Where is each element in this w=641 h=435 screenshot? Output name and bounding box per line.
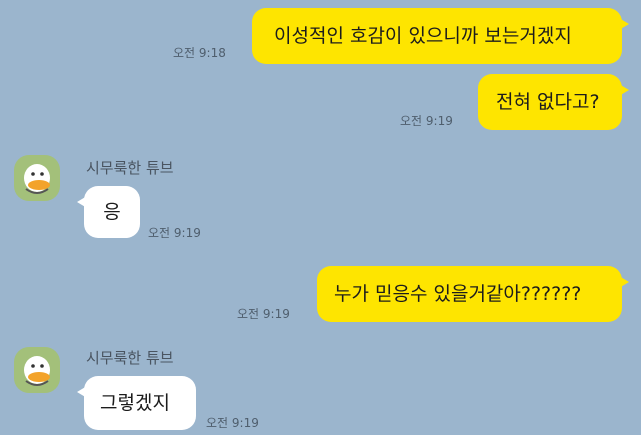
their-message-bubble[interactable]: 그렇겠지: [77, 376, 196, 430]
message-time: 오전 9:19: [400, 114, 453, 128]
message-text: 그렇겠지: [100, 391, 170, 414]
message-text: 이성적인 호감이 있으니까 보는거겠지: [274, 24, 572, 47]
tube-avatar[interactable]: [14, 347, 60, 393]
sender-name: 시무룩한 튜브: [86, 159, 174, 177]
their-message-bubble[interactable]: 응: [77, 186, 140, 238]
tube-avatar[interactable]: [14, 155, 60, 201]
sender-name: 시무룩한 튜브: [86, 349, 174, 367]
message-text: 누가 믿응수 있을거같아??????: [334, 282, 582, 305]
message-text: 전혀 없다고?: [496, 90, 600, 113]
my-message-bubble[interactable]: 이성적인 호감이 있으니까 보는거겠지: [252, 8, 629, 64]
message-time: 오전 9:19: [206, 416, 259, 430]
message-time: 오전 9:19: [148, 226, 201, 240]
message-text: 응: [103, 200, 121, 223]
duck-icon: [24, 356, 50, 386]
my-message-bubble[interactable]: 전혀 없다고?: [478, 74, 629, 130]
my-message-bubble[interactable]: 누가 믿응수 있을거같아??????: [317, 266, 629, 322]
message-time: 오전 9:19: [237, 307, 290, 321]
message-time: 오전 9:18: [173, 46, 226, 60]
duck-icon: [24, 164, 50, 194]
